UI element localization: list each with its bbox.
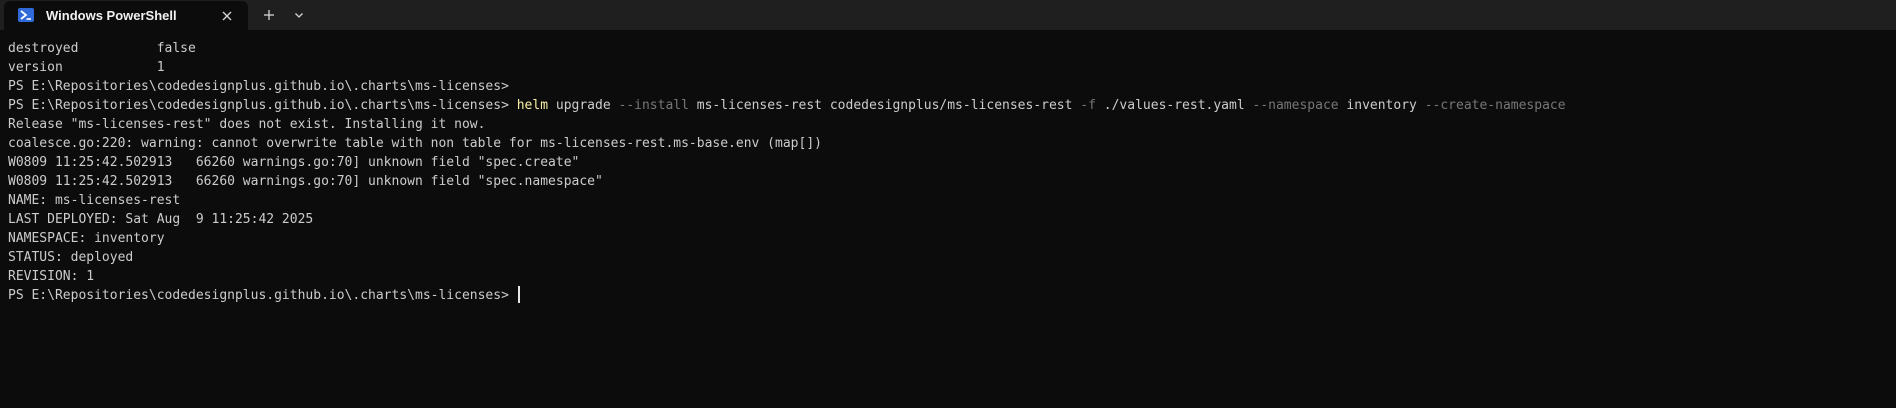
tab-title: Windows PowerShell [46, 8, 177, 23]
command-text: inventory [1338, 98, 1425, 113]
command-parameter: --namespace [1252, 98, 1339, 113]
command-parameter: --create-namespace [1424, 98, 1566, 113]
command-text: ./values-rest.yaml [1095, 98, 1253, 113]
text-cursor [517, 286, 520, 303]
powershell-window: Windows PowerShell destroyed false versi… [0, 0, 1896, 408]
terminal-line: W0809 11:25:42.502913 66260 warnings.go:… [8, 155, 580, 170]
prompt: PS E:\Repositories\codedesignplus.github… [8, 288, 517, 303]
terminal-line: NAME: ms-licenses-rest [8, 193, 181, 208]
tab-windows-powershell[interactable]: Windows PowerShell [4, 1, 248, 30]
terminal-line: NAMESPACE: inventory [8, 231, 165, 246]
terminal-line: version 1 [8, 60, 165, 75]
prompt: PS E:\Repositories\codedesignplus.github… [8, 98, 517, 113]
terminal-line: LAST DEPLOYED: Sat Aug 9 11:25:42 2025 [8, 212, 314, 227]
title-bar: Windows PowerShell [0, 0, 1896, 30]
prompt-line: PS E:\Repositories\codedesignplus.github… [8, 286, 1566, 305]
close-icon[interactable] [218, 7, 236, 25]
command-line: PS E:\Repositories\codedesignplus.github… [8, 96, 1566, 115]
powershell-icon [18, 8, 34, 22]
terminal-line: W0809 11:25:42.502913 66260 warnings.go:… [8, 174, 603, 189]
terminal-line: destroyed false [8, 41, 196, 56]
terminal-line: PS E:\Repositories\codedesignplus.github… [8, 79, 509, 94]
command-text: ms-licenses-rest codedesignplus/ms-licen… [688, 98, 1081, 113]
command-name: helm [516, 98, 549, 113]
command-parameter: -f [1080, 98, 1096, 113]
terminal-line: Release "ms-licenses-rest" does not exis… [8, 117, 486, 132]
chevron-down-icon[interactable] [288, 5, 310, 25]
plus-icon[interactable] [258, 5, 280, 25]
terminal-line: REVISION: 1 [8, 269, 95, 284]
command-text: upgrade [548, 98, 619, 113]
terminal-line: STATUS: deployed [8, 250, 134, 265]
terminal-lines: destroyed false version 1 PS E:\Reposito… [8, 39, 1566, 305]
terminal-output[interactable]: destroyed false version 1 PS E:\Reposito… [0, 30, 1896, 408]
command-parameter: --install [618, 98, 689, 113]
terminal-line: coalesce.go:220: warning: cannot overwri… [8, 136, 822, 151]
